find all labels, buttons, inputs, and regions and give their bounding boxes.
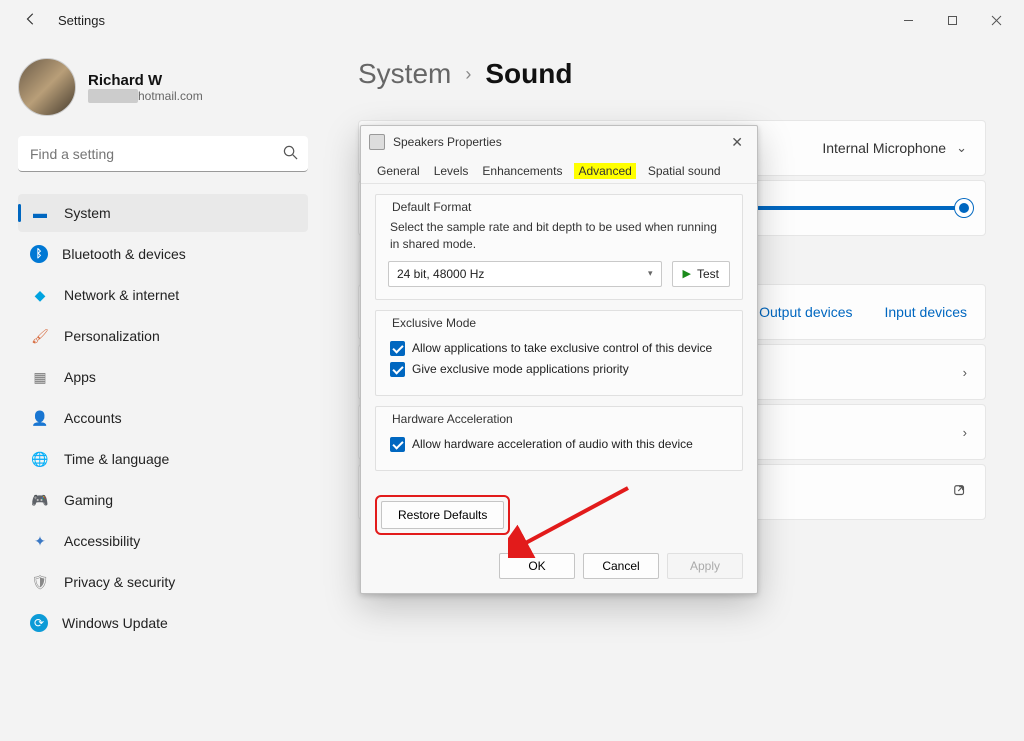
minimize-button[interactable] (886, 4, 930, 36)
avatar (18, 58, 76, 116)
output-devices-link[interactable]: Output devices (759, 304, 852, 320)
tab-enhancements[interactable]: Enhancements (480, 161, 564, 181)
test-label: Test (697, 267, 719, 281)
user-email: xxxxxxxxhotmail.com (88, 89, 203, 103)
search-box[interactable] (18, 136, 308, 172)
sidebar-item-label: Privacy & security (64, 574, 175, 590)
breadcrumb: System › Sound (358, 58, 986, 90)
group-title: Default Format (388, 200, 475, 218)
speakers-properties-dialog: Speakers Properties ✕ General Levels Enh… (360, 125, 758, 594)
sidebar-item-privacy[interactable]: 🛡 Privacy & security (18, 563, 308, 601)
group-title: Hardware Acceleration (388, 412, 517, 430)
group-desc: Select the sample rate and bit depth to … (390, 219, 728, 253)
group-title: Exclusive Mode (388, 316, 480, 334)
test-button[interactable]: ▶ Test (672, 261, 730, 287)
personalization-icon: 🖌 (30, 326, 50, 346)
close-button[interactable] (974, 4, 1018, 36)
apply-button[interactable]: Apply (667, 553, 743, 579)
time-icon: 🌐 (30, 449, 50, 469)
network-icon: ◆ (30, 285, 50, 305)
restore-defaults-button[interactable]: Restore Defaults (381, 501, 504, 529)
tab-spatial[interactable]: Spatial sound (646, 161, 723, 181)
chevron-right-icon: › (465, 64, 471, 85)
tab-general[interactable]: General (375, 161, 422, 181)
sidebar-item-label: Accounts (64, 410, 122, 426)
group-hwaccel: Hardware Acceleration Allow hardware acc… (375, 406, 743, 471)
search-icon (283, 145, 298, 163)
sidebar-item-apps[interactable]: ▦ Apps (18, 358, 308, 396)
sidebar-item-label: Accessibility (64, 533, 140, 549)
checkbox-exclusive-control[interactable]: Allow applications to take exclusive con… (390, 341, 728, 356)
sidebar-item-label: Time & language (64, 451, 169, 467)
search-input[interactable] (18, 136, 308, 172)
apps-icon: ▦ (30, 367, 50, 387)
bluetooth-icon: ᛒ (30, 245, 48, 263)
sidebar-item-label: Bluetooth & devices (62, 246, 186, 262)
format-value: 24 bit, 48000 Hz (397, 267, 484, 281)
nav-list: ▬ System ᛒ Bluetooth & devices ◆ Network… (18, 194, 308, 642)
user-block[interactable]: Richard W xxxxxxxxhotmail.com (18, 58, 308, 116)
group-exclusive: Exclusive Mode Allow applications to tak… (375, 310, 743, 396)
window-controls (886, 4, 1018, 36)
breadcrumb-parent[interactable]: System (358, 58, 451, 90)
sidebar-item-label: Apps (64, 369, 96, 385)
sidebar-item-bluetooth[interactable]: ᛒ Bluetooth & devices (18, 235, 308, 273)
chevron-right-icon: › (963, 425, 967, 440)
checkbox-exclusive-priority[interactable]: Give exclusive mode applications priorit… (390, 362, 728, 377)
privacy-icon: 🛡 (30, 572, 50, 592)
accessibility-icon: ✦ (30, 531, 50, 551)
checkbox-icon (390, 437, 405, 452)
group-default-format: Default Format Select the sample rate an… (375, 194, 743, 300)
sidebar-item-label: Windows Update (62, 615, 168, 631)
sidebar-item-system[interactable]: ▬ System (18, 194, 308, 232)
sidebar-item-accounts[interactable]: 👤 Accounts (18, 399, 308, 437)
window-title: Settings (58, 13, 105, 28)
update-icon: ⟳ (30, 614, 48, 632)
play-icon: ▶ (683, 267, 691, 280)
sidebar-item-update[interactable]: ⟳ Windows Update (18, 604, 308, 642)
sidebar-item-time[interactable]: 🌐 Time & language (18, 440, 308, 478)
titlebar: Settings (0, 0, 1024, 40)
annotation-highlight: Restore Defaults (375, 495, 510, 535)
gaming-icon: 🎮 (30, 490, 50, 510)
accounts-icon: 👤 (30, 408, 50, 428)
back-button[interactable] (16, 12, 46, 29)
sidebar-item-network[interactable]: ◆ Network & internet (18, 276, 308, 314)
checkbox-label: Allow applications to take exclusive con… (412, 341, 712, 355)
chevron-right-icon: › (963, 365, 967, 380)
format-select[interactable]: 24 bit, 48000 Hz ▾ (388, 261, 662, 287)
checkbox-icon (390, 341, 405, 356)
dialog-title: Speakers Properties (393, 135, 502, 149)
chevron-down-icon: ⌄ (956, 140, 967, 156)
sidebar-item-label: Gaming (64, 492, 113, 508)
user-name: Richard W (88, 72, 203, 89)
sidebar-item-personalization[interactable]: 🖌 Personalization (18, 317, 308, 355)
tab-advanced[interactable]: Advanced (574, 163, 635, 179)
speaker-icon (369, 134, 385, 150)
sidebar-item-label: Network & internet (64, 287, 179, 303)
maximize-button[interactable] (930, 4, 974, 36)
input-devices-link[interactable]: Input devices (885, 304, 968, 320)
system-icon: ▬ (30, 203, 50, 223)
open-icon (953, 484, 967, 501)
breadcrumb-current: Sound (485, 58, 572, 90)
cancel-button[interactable]: Cancel (583, 553, 659, 579)
dialog-tabs: General Levels Enhancements Advanced Spa… (361, 158, 757, 184)
dialog-titlebar: Speakers Properties ✕ (361, 126, 757, 158)
sidebar-item-label: Personalization (64, 328, 160, 344)
tab-levels[interactable]: Levels (432, 161, 471, 181)
checkbox-hwaccel[interactable]: Allow hardware acceleration of audio wit… (390, 437, 728, 452)
sidebar-item-accessibility[interactable]: ✦ Accessibility (18, 522, 308, 560)
dialog-close-button[interactable]: ✕ (725, 134, 749, 151)
sidebar: Richard W xxxxxxxxhotmail.com ▬ System ᛒ… (0, 40, 320, 741)
mic-label: Internal Microphone (822, 140, 946, 156)
sidebar-item-label: System (64, 205, 111, 221)
checkbox-label: Allow hardware acceleration of audio wit… (412, 437, 693, 451)
chevron-down-icon: ▾ (648, 268, 653, 279)
ok-button[interactable]: OK (499, 553, 575, 579)
checkbox-label: Give exclusive mode applications priorit… (412, 362, 629, 376)
sidebar-item-gaming[interactable]: 🎮 Gaming (18, 481, 308, 519)
checkbox-icon (390, 362, 405, 377)
dialog-footer: OK Cancel Apply (361, 543, 757, 593)
